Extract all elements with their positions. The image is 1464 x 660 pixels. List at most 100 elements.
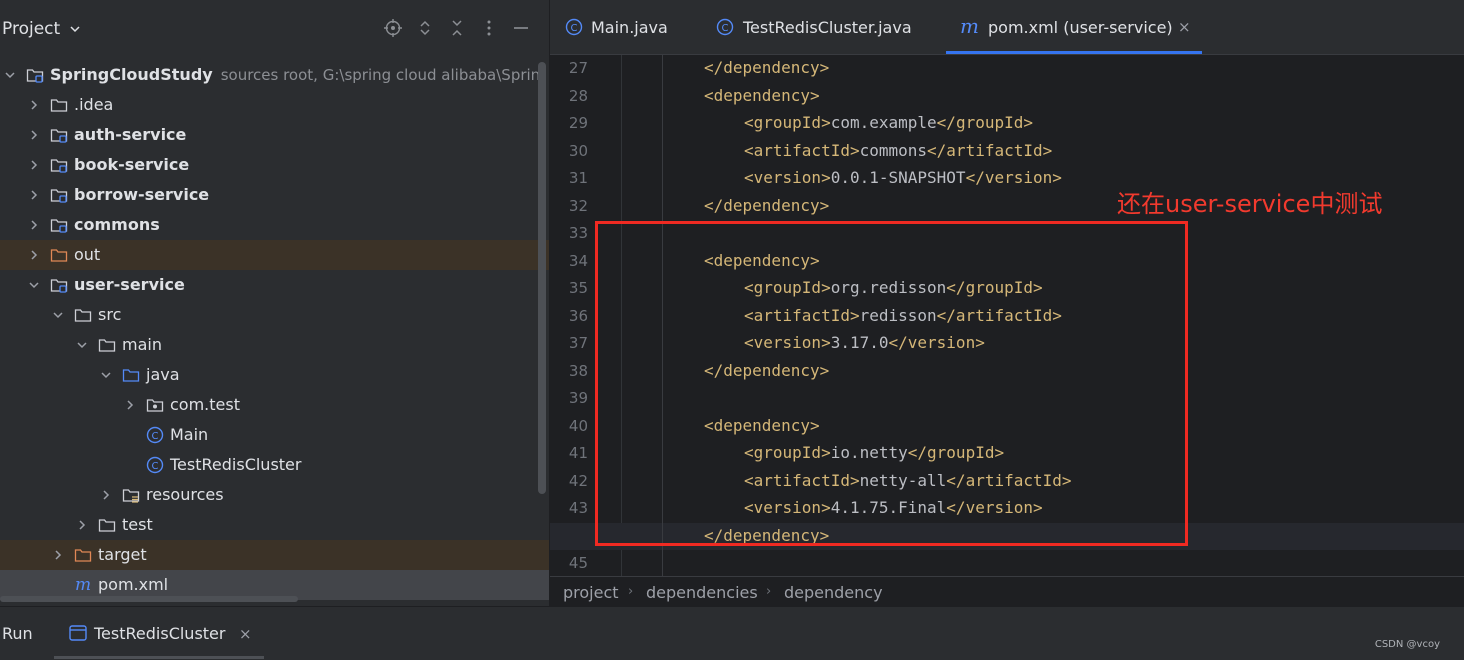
xml-tag: </artifactId> bbox=[927, 140, 1053, 160]
breadcrumb: project › dependencies › dependency bbox=[550, 576, 1464, 606]
breadcrumb-dependency[interactable]: dependency bbox=[784, 583, 883, 602]
more-options-icon[interactable] bbox=[479, 18, 499, 38]
tree-item-text: resources bbox=[146, 485, 224, 504]
tree-item-target[interactable]: target bbox=[0, 540, 549, 570]
chevron-right-icon[interactable] bbox=[100, 489, 112, 501]
folder-icon bbox=[98, 516, 116, 534]
project-view-selector[interactable]: Project bbox=[2, 19, 80, 39]
folder-icon bbox=[74, 306, 92, 324]
breadcrumb-separator-icon: › bbox=[628, 584, 634, 599]
expand-collapse-icon[interactable] bbox=[415, 18, 435, 38]
run-tab-testrediscluster[interactable]: TestRedisCluster × bbox=[54, 607, 264, 660]
bottom-tool-window: Run TestRedisCluster × CSDN @vcoy bbox=[0, 606, 1464, 660]
tree-item-label: TestRedisCluster bbox=[170, 455, 301, 474]
resources-folder-icon bbox=[122, 486, 140, 504]
tree-item-text: target bbox=[98, 545, 147, 564]
tree-item-testrediscluster[interactable]: C TestRedisCluster bbox=[0, 450, 549, 480]
tab-pom-xml[interactable]: m pom.xml (user-service) × bbox=[946, 0, 1202, 54]
tree-item-label: test bbox=[122, 515, 153, 534]
tab-testrediscluster-java[interactable]: C TestRedisCluster.java bbox=[700, 0, 930, 54]
tree-item-borrow-service[interactable]: borrow-service bbox=[0, 180, 549, 210]
xml-value: com.example bbox=[830, 113, 937, 132]
tree-item-springcloudstudy[interactable]: SpringCloudStudy sources root, G:\spring … bbox=[0, 60, 549, 90]
tree-item-commons[interactable]: commons bbox=[0, 210, 549, 240]
tree-item-test[interactable]: test bbox=[0, 510, 549, 540]
xml-tag: </dependency> bbox=[704, 58, 830, 77]
tree-item-label: target bbox=[98, 545, 147, 564]
project-horizontal-scrollbar[interactable] bbox=[0, 596, 298, 602]
svg-text:C: C bbox=[152, 461, 159, 472]
code-text: <groupId>com.example</groupId> bbox=[744, 113, 1033, 132]
tree-item-java[interactable]: java bbox=[0, 360, 549, 390]
hide-icon[interactable] bbox=[511, 18, 531, 38]
chevron-right-icon[interactable] bbox=[28, 129, 40, 141]
breadcrumb-project[interactable]: project bbox=[563, 583, 619, 602]
tree-item-text: com.test bbox=[170, 395, 240, 414]
chevron-down-icon[interactable] bbox=[100, 369, 112, 381]
tree-item-label: borrow-service bbox=[74, 185, 209, 204]
tree-item-book-service[interactable]: book-service bbox=[0, 150, 549, 180]
tree-item-text: book-service bbox=[74, 155, 190, 174]
tree-item-text: out bbox=[74, 245, 101, 264]
xml-value: 0.0.1-SNAPSHOT bbox=[830, 168, 966, 187]
tree-item-text: pom.xml bbox=[98, 575, 169, 594]
watermark: CSDN @vcoy bbox=[1374, 639, 1440, 650]
class-icon: C bbox=[565, 18, 583, 36]
chevron-down-icon[interactable] bbox=[4, 69, 16, 81]
chevron-right-icon[interactable] bbox=[28, 219, 40, 231]
annotation-text: 还在user-service中测试 bbox=[1117, 190, 1383, 218]
code-line[interactable]: </dependency> bbox=[550, 55, 1464, 82]
tree-item-text: java bbox=[146, 365, 180, 384]
chevron-right-icon[interactable] bbox=[76, 519, 88, 531]
code-line[interactable]: <dependency> bbox=[550, 83, 1464, 110]
chevron-right-icon[interactable] bbox=[28, 249, 40, 261]
module-folder-icon bbox=[50, 186, 68, 204]
tab-main-java[interactable]: C Main.java bbox=[550, 0, 695, 54]
run-tool-window-label[interactable]: Run bbox=[2, 624, 33, 643]
tree-item-label: java bbox=[146, 365, 180, 384]
tree-item-text: TestRedisCluster bbox=[170, 455, 302, 474]
tree-item-src[interactable]: src bbox=[0, 300, 549, 330]
package-icon bbox=[146, 396, 164, 414]
collapse-all-icon[interactable] bbox=[447, 18, 467, 38]
code-line[interactable]: <groupId>com.example</groupId> bbox=[550, 110, 1464, 137]
module-folder-icon bbox=[26, 66, 44, 84]
tree-item-label: main bbox=[122, 335, 162, 354]
tree-item-auth-service[interactable]: auth-service bbox=[0, 120, 549, 150]
code-text: <dependency> bbox=[704, 86, 820, 105]
class-icon: C bbox=[716, 18, 734, 36]
chevron-down-icon[interactable] bbox=[76, 339, 88, 351]
close-tab-icon[interactable]: × bbox=[1178, 18, 1191, 36]
excluded-folder-icon bbox=[74, 546, 92, 564]
chevron-right-icon[interactable] bbox=[52, 549, 64, 561]
chevron-right-icon[interactable] bbox=[28, 159, 40, 171]
chevron-down-icon[interactable] bbox=[28, 279, 40, 291]
chevron-right-icon[interactable] bbox=[124, 399, 136, 411]
tree-item--idea[interactable]: .idea bbox=[0, 90, 549, 120]
code-line[interactable] bbox=[550, 550, 1464, 577]
tree-item-user-service[interactable]: user-service bbox=[0, 270, 549, 300]
tree-item-main[interactable]: main bbox=[0, 330, 549, 360]
run-tab-label: TestRedisCluster bbox=[94, 624, 226, 643]
tree-item-meta: sources root, G:\spring cloud alibaba\Sp… bbox=[220, 66, 541, 84]
chevron-right-icon[interactable] bbox=[28, 189, 40, 201]
tree-item-out[interactable]: out bbox=[0, 240, 549, 270]
tree-item-resources[interactable]: resources bbox=[0, 480, 549, 510]
chevron-down-icon[interactable] bbox=[52, 309, 64, 321]
tree-item-text: auth-service bbox=[74, 125, 187, 144]
close-run-tab-icon[interactable]: × bbox=[239, 625, 252, 643]
folder-icon bbox=[98, 336, 116, 354]
xml-tag: </groupId> bbox=[936, 113, 1033, 132]
project-vertical-scrollbar[interactable] bbox=[538, 62, 546, 494]
locate-icon[interactable] bbox=[383, 18, 403, 38]
tree-item-main[interactable]: C Main bbox=[0, 420, 549, 450]
tab-label: TestRedisCluster.java bbox=[743, 18, 912, 37]
code-line[interactable]: <artifactId>commons</artifactId> bbox=[550, 138, 1464, 165]
tree-item-com-test[interactable]: com.test bbox=[0, 390, 549, 420]
chevron-right-icon[interactable] bbox=[28, 99, 40, 111]
breadcrumb-dependencies[interactable]: dependencies bbox=[646, 583, 758, 602]
module-folder-icon bbox=[50, 216, 68, 234]
svg-text:C: C bbox=[571, 23, 578, 34]
tree-item-label: book-service bbox=[74, 155, 189, 174]
tree-item-label: pom.xml bbox=[98, 575, 168, 594]
